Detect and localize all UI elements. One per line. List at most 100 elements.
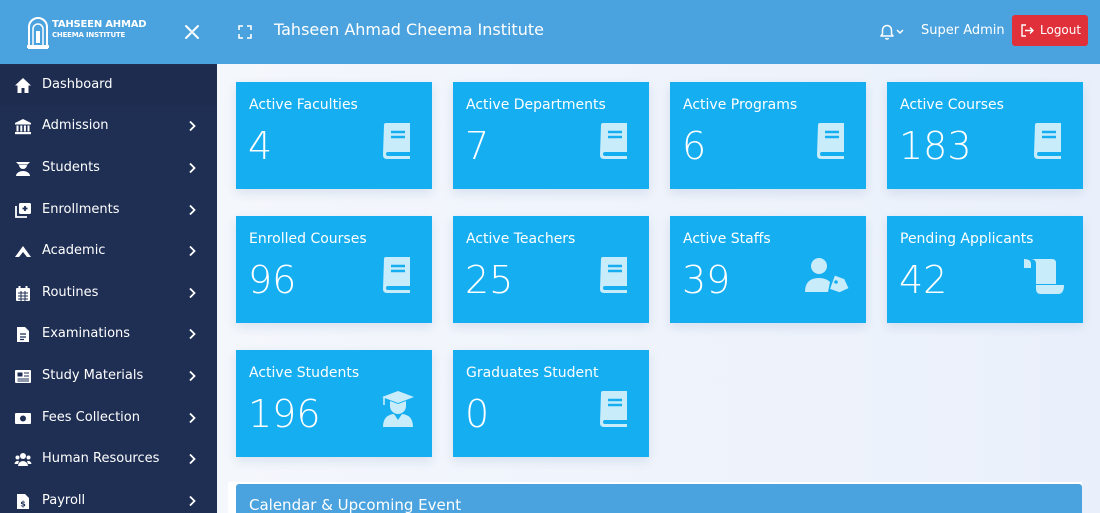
stat-value: 4: [248, 124, 273, 168]
book-icon: [1034, 123, 1061, 159]
brand-line-2: CHEEMA INSTITUTE: [52, 31, 126, 39]
sidebar-item-enrollments[interactable]: Enrollments: [0, 190, 217, 231]
sidebar-item-examinations[interactable]: Examinations: [0, 314, 217, 355]
stat-card-active-teachers[interactable]: Active Teachers 25: [453, 216, 649, 323]
logout-label: Logout: [1040, 23, 1082, 37]
fullscreen-icon[interactable]: [238, 25, 252, 39]
sign-out-icon: [1021, 24, 1034, 37]
graduate-icon: [382, 391, 414, 427]
sidebar-item-label: Students: [42, 160, 100, 175]
sidebar-item-label: Payroll: [42, 493, 86, 508]
sidebar: Dashboard Admission Students Enrollments: [0, 64, 217, 513]
stat-title: Active Teachers: [466, 231, 576, 247]
sidebar-item-study-materials[interactable]: Study Materials: [0, 356, 217, 397]
sidebar-item-academic[interactable]: Academic: [0, 231, 217, 272]
calendar-title: Calendar & Upcoming Event: [249, 496, 462, 513]
stat-card-enrolled-courses[interactable]: Enrolled Courses 96: [236, 216, 432, 323]
sidebar-item-label: Academic: [42, 243, 106, 258]
stat-card-active-programs[interactable]: Active Programs 6: [670, 82, 866, 189]
calendar-panel-header: Calendar & Upcoming Event: [236, 484, 1082, 513]
stat-card-active-students[interactable]: Active Students 196: [236, 350, 432, 457]
brand-line-1: TAHSEEN AHMAD: [52, 19, 147, 30]
logout-button[interactable]: Logout: [1012, 15, 1088, 46]
sidebar-item-dashboard[interactable]: Dashboard: [0, 65, 217, 106]
file-icon: [17, 327, 29, 342]
stat-title: Enrolled Courses: [249, 231, 367, 247]
stat-title: Active Faculties: [249, 97, 358, 113]
book-icon: [817, 123, 844, 159]
sidebar-item-admission[interactable]: Admission: [0, 106, 217, 147]
sidebar-item-students[interactable]: Students: [0, 148, 217, 189]
sidebar-item-human-resources[interactable]: Human Resources: [0, 439, 217, 480]
book-icon: [600, 391, 627, 427]
academic-icon: [15, 246, 31, 257]
stat-card-active-staffs[interactable]: Active Staffs 39: [670, 216, 866, 323]
close-sidebar-icon[interactable]: [183, 23, 201, 41]
sidebar-item-routines[interactable]: Routines: [0, 273, 217, 314]
home-icon: [15, 78, 31, 93]
stat-value: 39: [682, 258, 731, 302]
top-bar: TAHSEEN AHMAD CHEEMA INSTITUTE Tahseen A…: [0, 0, 1100, 64]
sidebar-item-payroll[interactable]: $ Payroll: [0, 481, 217, 513]
sidebar-item-label: Routines: [42, 285, 99, 300]
sidebar-item-label: Enrollments: [42, 202, 120, 217]
stat-value: 196: [248, 392, 321, 436]
sidebar-item-label: Examinations: [42, 326, 131, 341]
newspaper-icon: [15, 370, 31, 383]
stat-title: Active Departments: [466, 97, 606, 113]
sidebar-item-label: Study Materials: [42, 368, 144, 383]
payroll-icon: $: [17, 494, 29, 509]
stat-card-pending-applicants[interactable]: Pending Applicants 42: [887, 216, 1083, 323]
users-icon: [14, 453, 32, 466]
stat-card-active-courses[interactable]: Active Courses 183: [887, 82, 1083, 189]
calendar-icon: [16, 286, 30, 301]
brand-name: TAHSEEN AHMAD CHEEMA INSTITUTE: [52, 19, 147, 40]
stat-value: 7: [465, 124, 490, 168]
sidebar-item-label: Fees Collection: [42, 410, 140, 425]
chevron-right-icon: [189, 120, 196, 132]
chevron-right-icon: [189, 204, 196, 216]
user-menu[interactable]: Super Admin: [921, 23, 1005, 38]
stat-value: 183: [899, 124, 972, 168]
chevron-right-icon: [189, 412, 196, 424]
chevron-right-icon: [189, 370, 196, 382]
stat-value: 42: [899, 258, 948, 302]
stat-card-active-departments[interactable]: Active Departments 7: [453, 82, 649, 189]
stat-title: Pending Applicants: [900, 231, 1034, 247]
stat-value: 0: [465, 392, 490, 436]
stat-title: Active Courses: [900, 97, 1004, 113]
notification-bell-icon[interactable]: [877, 22, 907, 42]
sidebar-item-label: Human Resources: [42, 451, 160, 466]
student-icon: [16, 162, 30, 176]
page-title: Tahseen Ahmad Cheema Institute: [274, 20, 544, 39]
book-icon: [600, 257, 627, 293]
sidebar-item-fees-collection[interactable]: Fees Collection: [0, 398, 217, 439]
chevron-right-icon: [189, 162, 196, 174]
institute-logo-icon: [27, 17, 49, 49]
stat-value: 25: [465, 258, 514, 302]
user-tag-icon: [805, 258, 849, 293]
stat-title: Active Staffs: [683, 231, 771, 247]
scroll-icon: [1024, 259, 1064, 294]
stat-title: Graduates Student: [466, 365, 599, 381]
chevron-right-icon: [189, 495, 196, 507]
stat-value: 6: [682, 124, 707, 168]
money-icon: [15, 413, 31, 424]
sidebar-item-label: Dashboard: [42, 77, 113, 92]
enroll-icon: [15, 203, 31, 218]
stat-card-graduates-student[interactable]: Graduates Student 0: [453, 350, 649, 457]
stat-card-active-faculties[interactable]: Active Faculties 4: [236, 82, 432, 189]
stat-title: Active Students: [249, 365, 360, 381]
stat-value: 96: [248, 258, 297, 302]
chevron-right-icon: [189, 287, 196, 299]
sidebar-item-label: Admission: [42, 118, 109, 133]
book-icon: [383, 123, 410, 159]
chevron-right-icon: [189, 328, 196, 340]
book-icon: [600, 123, 627, 159]
book-icon: [383, 257, 410, 293]
university-icon: [15, 119, 31, 135]
chevron-right-icon: [189, 453, 196, 465]
stat-title: Active Programs: [683, 97, 798, 113]
chevron-right-icon: [189, 245, 196, 257]
svg-text:$: $: [20, 500, 26, 509]
